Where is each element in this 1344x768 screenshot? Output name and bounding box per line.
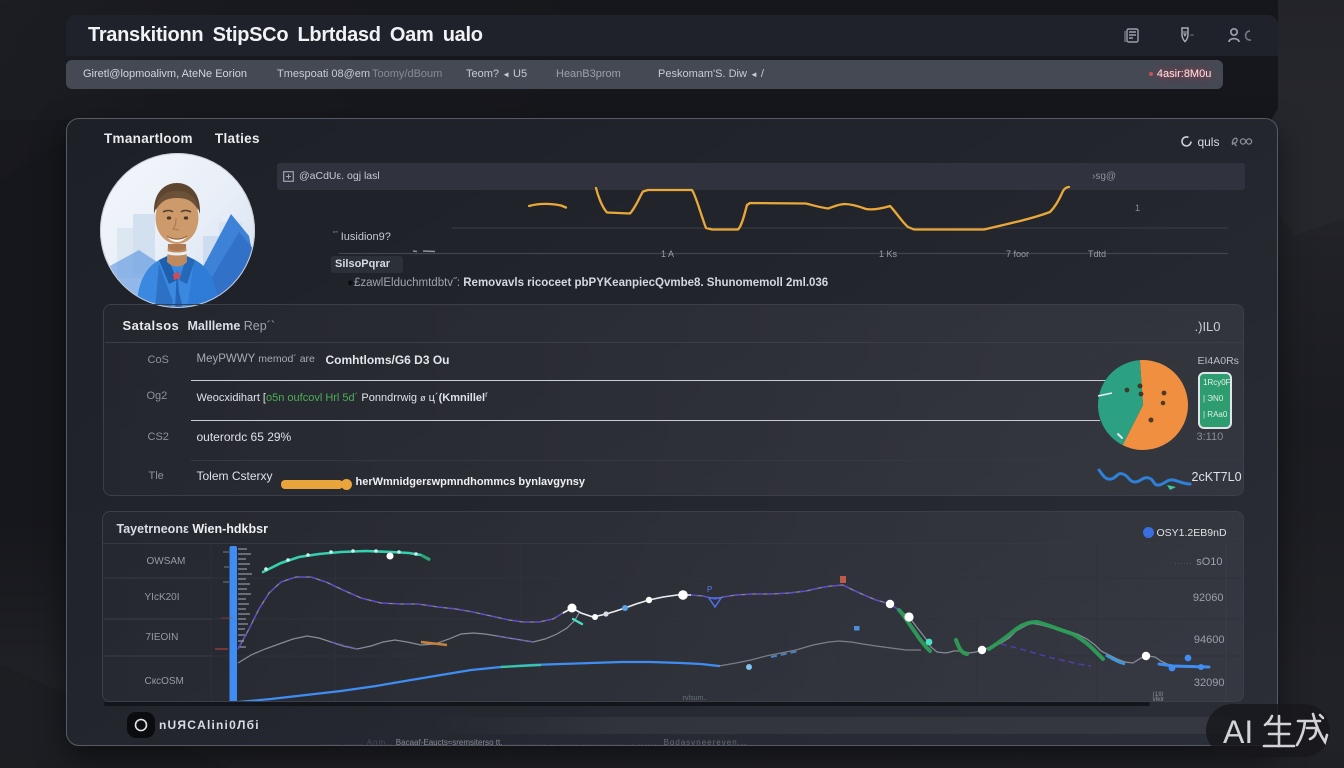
svg-text:AI: AI bbox=[1223, 714, 1253, 750]
svg-text:P: P bbox=[707, 585, 712, 594]
